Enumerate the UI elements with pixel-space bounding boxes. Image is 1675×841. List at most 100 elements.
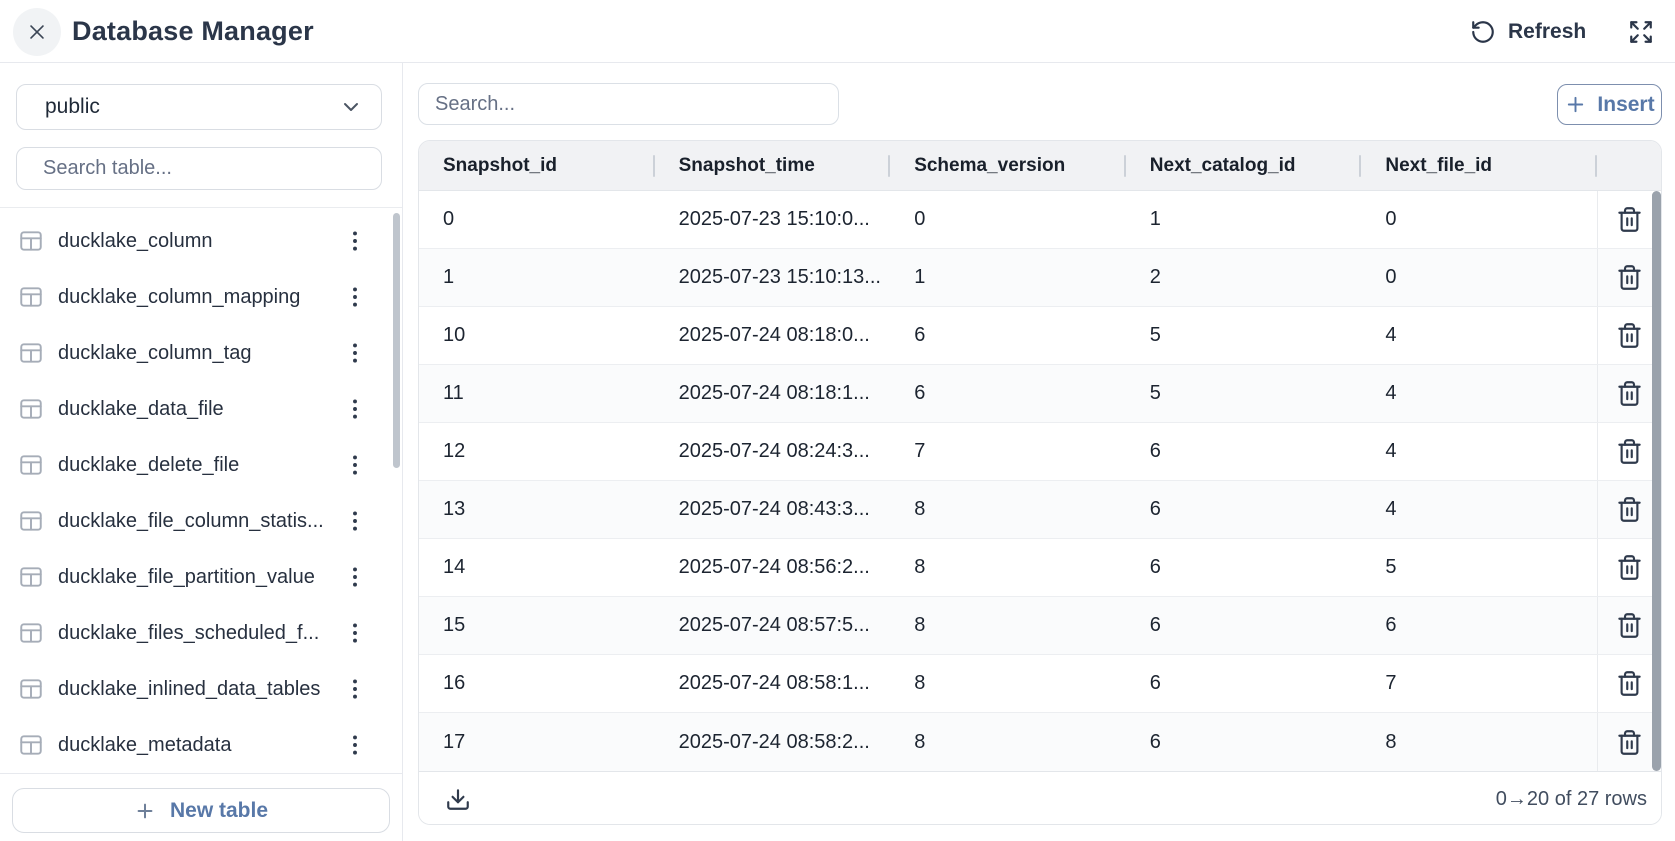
table-cell[interactable]: 6 <box>1126 539 1362 596</box>
column-header-snapshot_id[interactable]: Snapshot_id <box>419 141 655 190</box>
kebab-menu-icon[interactable] <box>342 340 368 366</box>
table-cell[interactable]: 5 <box>1126 307 1362 364</box>
delete-row-button[interactable] <box>1616 380 1643 407</box>
table-row[interactable]: 102025-07-24 08:18:0...654 <box>419 307 1661 365</box>
table-cell[interactable]: 14 <box>419 539 655 596</box>
table-cell[interactable]: 6 <box>1126 481 1362 538</box>
table-row[interactable]: 122025-07-24 08:24:3...764 <box>419 423 1661 481</box>
sidebar-item-ducklake_metadata[interactable]: ducklake_metadata <box>0 717 402 773</box>
table-cell[interactable]: 7 <box>1361 655 1597 712</box>
delete-row-button[interactable] <box>1616 206 1643 233</box>
table-cell[interactable]: 6 <box>890 307 1126 364</box>
sidebar-item-ducklake_file_partition_value[interactable]: ducklake_file_partition_value <box>0 549 402 605</box>
table-cell[interactable]: 4 <box>1361 481 1597 538</box>
table-cell[interactable]: 2025-07-24 08:58:2... <box>655 713 891 771</box>
table-cell[interactable]: 0 <box>419 191 655 248</box>
table-cell[interactable]: 6 <box>1126 597 1362 654</box>
table-cell[interactable]: 8 <box>890 655 1126 712</box>
table-cell[interactable]: 15 <box>419 597 655 654</box>
table-cell[interactable]: 2025-07-24 08:18:0... <box>655 307 891 364</box>
table-cell[interactable]: 1 <box>419 249 655 306</box>
table-cell[interactable]: 2025-07-24 08:24:3... <box>655 423 891 480</box>
table-cell[interactable]: 6 <box>890 365 1126 422</box>
kebab-menu-icon[interactable] <box>342 564 368 590</box>
table-row[interactable]: 02025-07-23 15:10:0...010 <box>419 191 1661 249</box>
table-row[interactable]: 132025-07-24 08:43:3...864 <box>419 481 1661 539</box>
column-header-next_catalog_id[interactable]: Next_catalog_id <box>1126 141 1362 190</box>
table-cell[interactable]: 1 <box>1126 191 1362 248</box>
table-cell[interactable]: 2025-07-24 08:58:1... <box>655 655 891 712</box>
insert-button[interactable]: Insert <box>1557 84 1662 125</box>
sidebar-item-ducklake_delete_file[interactable]: ducklake_delete_file <box>0 437 402 493</box>
table-cell[interactable]: 5 <box>1361 539 1597 596</box>
sidebar-item-ducklake_column_tag[interactable]: ducklake_column_tag <box>0 325 402 381</box>
sidebar-item-ducklake_column_mapping[interactable]: ducklake_column_mapping <box>0 269 402 325</box>
column-header-snapshot_time[interactable]: Snapshot_time <box>655 141 891 190</box>
table-cell[interactable]: 8 <box>890 713 1126 771</box>
download-button[interactable] <box>445 786 471 812</box>
schema-select[interactable]: public <box>16 84 382 130</box>
table-cell[interactable]: 10 <box>419 307 655 364</box>
table-cell[interactable]: 4 <box>1361 365 1597 422</box>
kebab-menu-icon[interactable] <box>342 732 368 758</box>
table-cell[interactable]: 2025-07-24 08:43:3... <box>655 481 891 538</box>
sidebar-item-ducklake_column[interactable]: ducklake_column <box>0 213 402 269</box>
sidebar-item-ducklake_files_scheduled_f[interactable]: ducklake_files_scheduled_f... <box>0 605 402 661</box>
table-cell[interactable]: 6 <box>1361 597 1597 654</box>
kebab-menu-icon[interactable] <box>342 452 368 478</box>
table-cell[interactable]: 6 <box>1126 713 1362 771</box>
table-cell[interactable]: 0 <box>1361 191 1597 248</box>
close-button[interactable] <box>13 8 61 56</box>
table-cell[interactable]: 0 <box>890 191 1126 248</box>
sidebar-item-ducklake_data_file[interactable]: ducklake_data_file <box>0 381 402 437</box>
table-cell[interactable]: 13 <box>419 481 655 538</box>
fullscreen-button[interactable] <box>1626 17 1656 47</box>
column-header-next_file_id[interactable]: Next_file_id <box>1361 141 1597 190</box>
delete-row-button[interactable] <box>1616 554 1643 581</box>
table-row[interactable]: 12025-07-23 15:10:13...120 <box>419 249 1661 307</box>
table-row[interactable]: 172025-07-24 08:58:2...868 <box>419 713 1661 771</box>
delete-row-button[interactable] <box>1616 670 1643 697</box>
table-row[interactable]: 162025-07-24 08:58:1...867 <box>419 655 1661 713</box>
table-cell[interactable]: 4 <box>1361 423 1597 480</box>
table-cell[interactable]: 8 <box>890 539 1126 596</box>
table-cell[interactable]: 16 <box>419 655 655 712</box>
table-cell[interactable]: 2025-07-24 08:57:5... <box>655 597 891 654</box>
delete-row-button[interactable] <box>1616 729 1643 756</box>
kebab-menu-icon[interactable] <box>342 396 368 422</box>
table-cell[interactable]: 2025-07-23 15:10:13... <box>655 249 891 306</box>
table-cell[interactable]: 6 <box>1126 655 1362 712</box>
table-cell[interactable]: 12 <box>419 423 655 480</box>
table-cell[interactable]: 2 <box>1126 249 1362 306</box>
table-cell[interactable]: 4 <box>1361 307 1597 364</box>
row-search-input[interactable] <box>418 83 839 125</box>
table-row[interactable]: 142025-07-24 08:56:2...865 <box>419 539 1661 597</box>
table-cell[interactable]: 5 <box>1126 365 1362 422</box>
column-header-schema_version[interactable]: Schema_version <box>890 141 1126 190</box>
delete-row-button[interactable] <box>1616 438 1643 465</box>
kebab-menu-icon[interactable] <box>342 228 368 254</box>
table-cell[interactable]: 0 <box>1361 249 1597 306</box>
delete-row-button[interactable] <box>1616 264 1643 291</box>
kebab-menu-icon[interactable] <box>342 620 368 646</box>
kebab-menu-icon[interactable] <box>342 676 368 702</box>
table-cell[interactable]: 1 <box>890 249 1126 306</box>
table-cell[interactable]: 11 <box>419 365 655 422</box>
sidebar-scrollbar[interactable] <box>393 213 400 468</box>
table-cell[interactable]: 8 <box>890 597 1126 654</box>
table-cell[interactable]: 8 <box>1361 713 1597 771</box>
kebab-menu-icon[interactable] <box>342 284 368 310</box>
table-cell[interactable]: 7 <box>890 423 1126 480</box>
sidebar-item-ducklake_inlined_data_tables[interactable]: ducklake_inlined_data_tables <box>0 661 402 717</box>
table-cell[interactable]: 2025-07-24 08:18:1... <box>655 365 891 422</box>
kebab-menu-icon[interactable] <box>342 508 368 534</box>
table-cell[interactable]: 6 <box>1126 423 1362 480</box>
delete-row-button[interactable] <box>1616 612 1643 639</box>
delete-row-button[interactable] <box>1616 496 1643 523</box>
table-scrollbar[interactable] <box>1652 191 1661 771</box>
new-table-button[interactable]: New table <box>12 788 390 833</box>
table-row[interactable]: 152025-07-24 08:57:5...866 <box>419 597 1661 655</box>
table-cell[interactable]: 17 <box>419 713 655 771</box>
delete-row-button[interactable] <box>1616 322 1643 349</box>
refresh-button[interactable]: Refresh <box>1470 0 1586 63</box>
